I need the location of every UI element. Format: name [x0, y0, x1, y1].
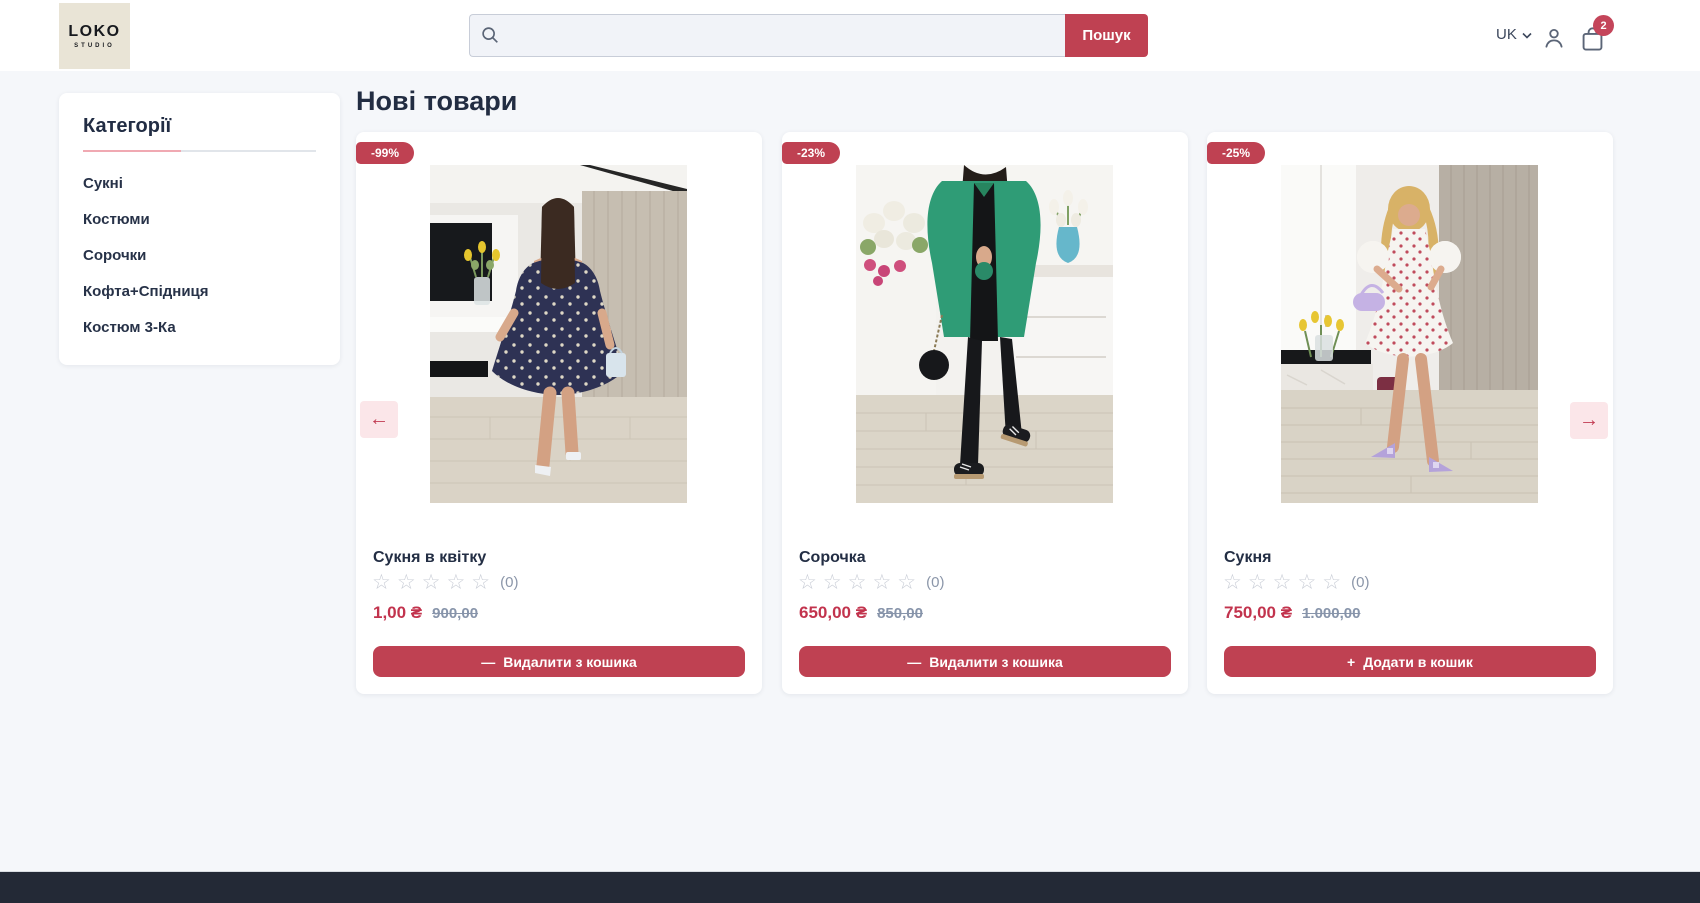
product-title[interactable]: Сукня в квітку	[373, 549, 486, 567]
plus-icon: +	[1347, 654, 1355, 670]
product-title[interactable]: Сорочка	[799, 549, 866, 567]
product-image[interactable]	[856, 165, 1113, 503]
product-image[interactable]	[430, 165, 687, 503]
remove-from-cart-button[interactable]: — Видалити з кошика	[373, 646, 745, 677]
store-logo[interactable]: LOKO STUDIO	[59, 3, 130, 69]
logo-subtext: STUDIO	[74, 43, 115, 49]
discount-badge: -23%	[782, 142, 840, 164]
cart-button-label: Видалити з кошика	[503, 654, 637, 670]
arrow-right-icon: →	[1579, 409, 1599, 432]
sidebar-item-suits[interactable]: Костюми	[83, 202, 316, 238]
rating-count: (0)	[500, 574, 518, 591]
price-row: 1,00 ₴ 900,00	[373, 603, 478, 623]
rating-count: (0)	[1351, 574, 1369, 591]
star-icons: ☆☆☆☆☆	[372, 572, 496, 593]
search-bar: Пошук	[469, 14, 1148, 57]
old-price: 850,00	[877, 605, 923, 622]
star-icons: ☆☆☆☆☆	[1223, 572, 1347, 593]
current-price: 750,00 ₴	[1224, 603, 1292, 623]
arrow-left-icon: ←	[369, 408, 389, 431]
product-rating: ☆☆☆☆☆ (0)	[798, 572, 944, 593]
shopping-bag-icon	[1579, 41, 1606, 58]
page-title: Нові товари	[356, 86, 517, 117]
cart-button-label: Видалити з кошика	[929, 654, 1063, 670]
search-button[interactable]: Пошук	[1065, 14, 1148, 57]
product-title[interactable]: Сукня	[1224, 549, 1271, 567]
storefront-page: LOKO STUDIO Пошук UK	[0, 0, 1700, 903]
product-card: -25% Сукня ☆☆☆☆☆ (0) 750,00 ₴ 1.000,00 +…	[1207, 132, 1613, 694]
old-price: 900,00	[432, 605, 478, 622]
product-image[interactable]	[1281, 165, 1538, 503]
user-icon	[1541, 38, 1567, 55]
remove-from-cart-button[interactable]: — Видалити з кошика	[799, 646, 1171, 677]
cart-button-label: Додати в кошик	[1363, 654, 1473, 670]
sidebar-item-top-skirt[interactable]: Кофта+Спідниця	[83, 274, 316, 310]
star-icons: ☆☆☆☆☆	[798, 572, 922, 593]
chevron-down-icon	[1522, 26, 1532, 43]
cart-button[interactable]: 2	[1579, 25, 1609, 55]
carousel-prev-button[interactable]: ←	[360, 401, 398, 438]
current-price: 1,00 ₴	[373, 603, 422, 623]
product-card: -99% Сукня в квітку ☆☆☆☆☆ (0) 1,00 ₴ 900…	[356, 132, 762, 694]
old-price: 1.000,00	[1302, 605, 1360, 622]
discount-badge: -25%	[1207, 142, 1265, 164]
price-row: 750,00 ₴ 1.000,00	[1224, 603, 1360, 623]
category-list: Сукні Костюми Сорочки Кофта+Спідниця Кос…	[83, 166, 316, 346]
rating-count: (0)	[926, 574, 944, 591]
product-rating: ☆☆☆☆☆ (0)	[372, 572, 518, 593]
add-to-cart-button[interactable]: + Додати в кошик	[1224, 646, 1596, 677]
language-selector[interactable]: UK	[1496, 26, 1532, 43]
sidebar-item-dresses[interactable]: Сукні	[83, 166, 316, 202]
logo-text: LOKO	[68, 23, 120, 41]
footer	[0, 871, 1700, 903]
product-card: -23% Сорочка ☆☆☆☆☆ (0) 650,00 ₴ 850,00 —…	[782, 132, 1188, 694]
header: LOKO STUDIO Пошук UK	[0, 0, 1700, 71]
search-input[interactable]	[469, 14, 1065, 57]
carousel-next-button[interactable]: →	[1570, 402, 1608, 439]
current-price: 650,00 ₴	[799, 603, 867, 623]
categories-sidebar: Категорії Сукні Костюми Сорочки Кофта+Сп…	[59, 93, 340, 365]
language-label: UK	[1496, 26, 1517, 43]
sidebar-title: Категорії	[83, 115, 316, 138]
account-button[interactable]	[1541, 25, 1567, 51]
sidebar-divider	[83, 150, 316, 152]
cart-count-badge: 2	[1593, 15, 1614, 36]
price-row: 650,00 ₴ 850,00	[799, 603, 923, 623]
sidebar-item-suit-3[interactable]: Костюм 3-Ка	[83, 310, 316, 346]
minus-icon: —	[907, 654, 921, 670]
minus-icon: —	[481, 654, 495, 670]
sidebar-item-shirts[interactable]: Сорочки	[83, 238, 316, 274]
discount-badge: -99%	[356, 142, 414, 164]
product-rating: ☆☆☆☆☆ (0)	[1223, 572, 1369, 593]
